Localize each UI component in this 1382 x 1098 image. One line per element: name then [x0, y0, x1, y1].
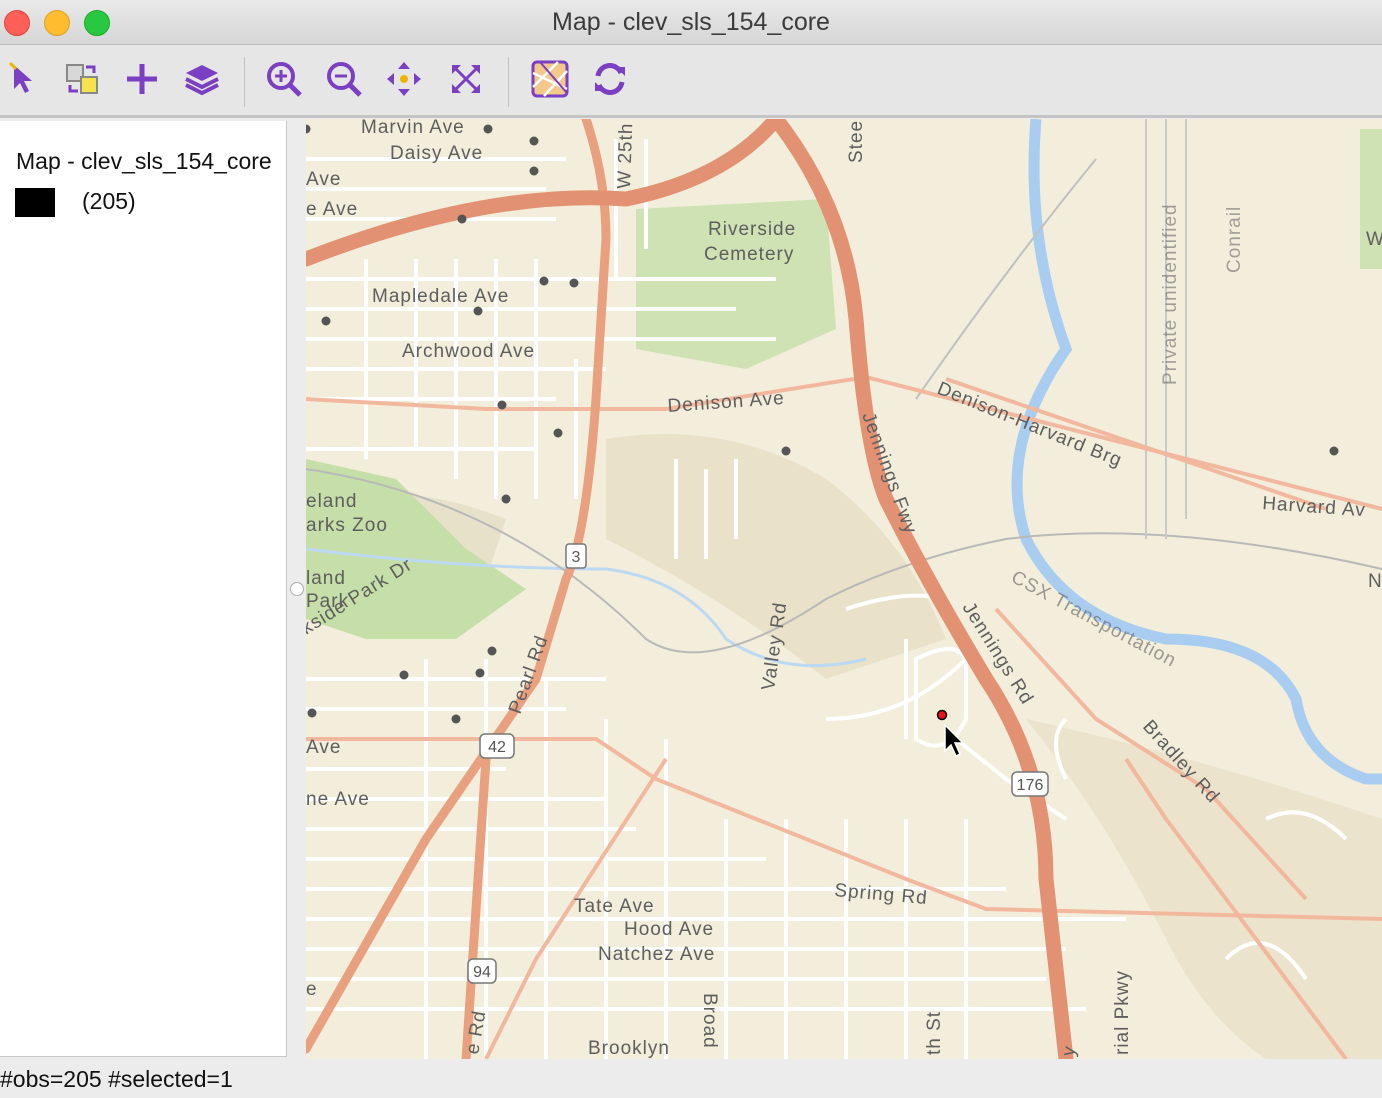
toolbar-separator — [508, 57, 509, 107]
street-label: e — [306, 979, 318, 1000]
svg-text:94: 94 — [473, 964, 491, 981]
street-label: land — [306, 568, 346, 589]
route-shield: 176 — [1011, 771, 1049, 797]
svg-text:3: 3 — [572, 549, 581, 566]
street-label: CSX Transportation — [1008, 567, 1180, 672]
legend-swatch[interactable] — [15, 188, 55, 217]
street-label: Mapledale Ave — [372, 286, 509, 307]
refresh-icon — [595, 63, 625, 95]
status-text: #obs=205 #selected=1 — [0, 1066, 233, 1092]
pan-arrows-icon — [387, 62, 421, 96]
street-label: Stee — [846, 120, 867, 163]
street-label: Cemetery — [704, 244, 794, 265]
route-shield: 94 — [467, 958, 497, 984]
street-label: Denison Ave — [667, 388, 786, 417]
street-label: rial Pkwy — [1112, 970, 1133, 1055]
street-label: y — [1058, 1044, 1081, 1058]
street-label: Denison-Harvard Brg — [934, 378, 1125, 471]
zoom-out-button[interactable] — [324, 59, 364, 99]
full-extent-icon — [452, 65, 480, 93]
street-label: W 25th — [614, 122, 637, 189]
street-label: Ave — [306, 737, 341, 758]
street-label: Marvin Ave — [361, 119, 465, 138]
legend-title: Map - clev_sls_154_core — [16, 148, 272, 174]
toolbar-separator — [244, 57, 245, 107]
street-label: Daisy Ave — [390, 143, 483, 164]
street-label: Hood Ave — [624, 919, 714, 940]
street-label: W — [1366, 229, 1382, 250]
full-extent-button[interactable] — [446, 59, 486, 99]
legend-count: (205) — [82, 188, 136, 214]
layers-button[interactable] — [182, 59, 222, 99]
pan-button[interactable] — [384, 59, 424, 99]
route-shield: 42 — [479, 733, 515, 759]
street-label: Archwood Ave — [402, 341, 535, 362]
street-label: Brooklyn — [588, 1038, 670, 1059]
street-label: arks Zoo — [306, 515, 388, 536]
legend-panel: Map - clev_sls_154_core (205) — [0, 121, 287, 1057]
refresh-button[interactable] — [590, 59, 630, 99]
street-label: Riverside — [708, 219, 796, 240]
map-canvas[interactable]: Marvin Ave Daisy Ave Ave e Ave W 25th St… — [306, 119, 1382, 1059]
svg-text:176: 176 — [1017, 777, 1044, 794]
basemap-button[interactable] — [530, 59, 570, 99]
select-arrow-icon — [8, 61, 32, 93]
street-label: N — [1368, 571, 1382, 592]
title-bar: Map - clev_sls_154_core — [0, 0, 1382, 45]
street-label: Conrail — [1224, 206, 1245, 273]
street-label: th St — [924, 1011, 945, 1055]
zoom-in-button[interactable] — [264, 59, 304, 99]
select-tool-button[interactable] — [4, 59, 44, 99]
street-label: eland — [306, 491, 358, 512]
layers-stack-icon — [185, 65, 219, 96]
street-label: Natchez Ave — [598, 944, 715, 965]
map-toolbar — [0, 45, 1382, 118]
street-label: Harvard Av — [1262, 493, 1367, 521]
street-label: ne Ave — [306, 789, 370, 810]
svg-text:42: 42 — [488, 739, 506, 756]
zoom-in-icon — [267, 62, 302, 97]
splitter-handle[interactable] — [290, 582, 304, 596]
zoom-out-icon — [327, 62, 362, 97]
status-bar: #obs=205 #selected=1 — [0, 1062, 1382, 1098]
swap-layers-button[interactable] — [62, 59, 102, 99]
add-layer-button[interactable] — [122, 59, 162, 99]
plus-icon — [127, 64, 157, 94]
window-title: Map - clev_sls_154_core — [552, 8, 830, 36]
swap-layers-icon — [66, 64, 98, 94]
basemap-icon — [531, 60, 569, 98]
street-label: Ave — [306, 169, 341, 190]
street-label: Tate Ave — [574, 896, 655, 917]
route-shield: 3 — [565, 543, 587, 569]
selected-point[interactable] — [936, 709, 948, 721]
street-label: e Ave — [306, 199, 358, 220]
street-label: Private unidentified — [1160, 203, 1181, 385]
street-label: Broad — [699, 993, 720, 1049]
